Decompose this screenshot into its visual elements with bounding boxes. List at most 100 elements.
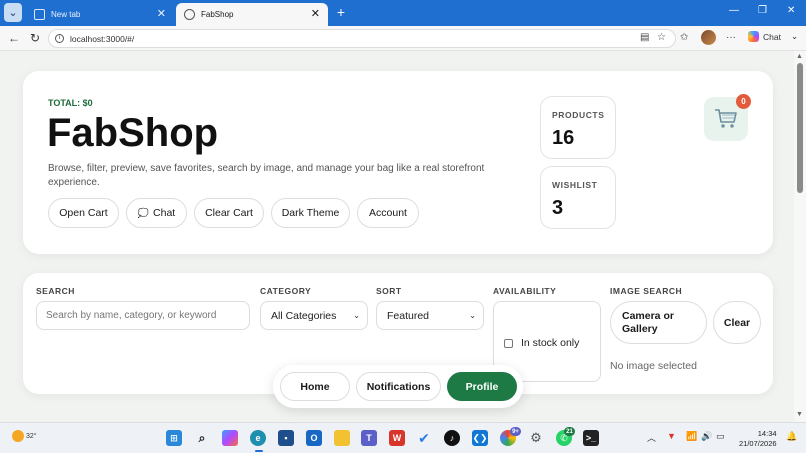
copilot-chat-button[interactable]: Chat ⌄ [748, 31, 798, 42]
address-bar: ← ↻ i localhost:3000/#/ ▤ ☆ ✩ ··· Chat ⌄ [0, 26, 806, 51]
favorite-star-icon[interactable]: ☆ [657, 32, 666, 43]
vscode-icon[interactable]: ❮❯ [472, 430, 488, 446]
new-tab-plus-icon[interactable]: + [334, 4, 348, 20]
volume-icon[interactable]: 🔊 [701, 431, 712, 442]
battery-icon[interactable]: ▭ [716, 431, 725, 442]
category-label: CATEGORY [260, 286, 312, 296]
chat-button-label: Chat [153, 207, 176, 219]
wps-icon[interactable]: W [389, 430, 405, 446]
account-button[interactable]: Account [357, 198, 419, 228]
search-input[interactable]: Search by name, category, or keyword [36, 301, 250, 330]
terminal-icon[interactable]: >_ [583, 430, 599, 446]
chevron-down-icon: ⌄ [469, 311, 476, 320]
chat-bubble-icon: 💭 [137, 207, 150, 218]
clock[interactable]: 14:34 21/07/2026 [739, 429, 777, 449]
teams-badge: 9+ [510, 427, 521, 436]
scroll-up-icon[interactable]: ▲ [796, 53, 803, 60]
cart-count-badge: 0 [736, 94, 751, 109]
chevron-down-icon[interactable]: ⌄ [791, 31, 798, 42]
tab-title: FabShop [201, 10, 234, 19]
sort-value: Featured [387, 309, 430, 322]
category-select[interactable]: All Categories ⌄ [260, 301, 368, 330]
date: 21/07/2026 [739, 439, 777, 448]
page-viewport: TOTAL: $0 FabShop Browse, filter, previe… [0, 51, 794, 422]
sort-select[interactable]: Featured ⌄ [376, 301, 484, 330]
cart-total: TOTAL: $0 [48, 98, 93, 108]
availability-label: AVAILABILITY [493, 286, 557, 296]
scroll-down-icon[interactable]: ▼ [796, 411, 803, 418]
dark-theme-button[interactable]: Dark Theme [271, 198, 350, 228]
wifi-icon[interactable]: 📶 [686, 431, 697, 442]
image-status: No image selected [610, 360, 697, 372]
open-cart-button[interactable]: Open Cart [48, 198, 119, 228]
wishlist-stat-card[interactable]: WISHLIST 3 [540, 166, 616, 229]
wishlist-label: WISHLIST [552, 180, 598, 190]
window-close-icon[interactable]: ✕ [787, 5, 795, 16]
globe-icon [184, 9, 195, 20]
tiktok-icon[interactable]: ♪ [444, 430, 460, 446]
close-icon[interactable]: ✕ [311, 7, 320, 20]
tab-new-tab[interactable]: New tab ✕ [26, 3, 174, 26]
active-app-indicator [255, 450, 263, 452]
tray-app-icon[interactable]: ▼ [667, 431, 676, 441]
hero-description: Browse, filter, preview, save favorites,… [48, 163, 485, 188]
os-taskbar: 32° ⊞ ⌕ e ▪ O T W ✔ ♪ ❮❯ 9+ ⚙ ✆ 21 >_ ︿ … [0, 422, 806, 453]
favorites-icon[interactable]: ✩ [680, 32, 688, 43]
nav-notifications[interactable]: Notifications [356, 372, 441, 401]
reader-view-icon[interactable]: ▤ [640, 32, 649, 43]
notification-bell-icon[interactable]: 🔔 [786, 431, 797, 442]
temperature: 32° [25, 432, 37, 440]
restore-icon[interactable]: ❐ [758, 5, 767, 16]
scroll-thumb[interactable] [797, 63, 803, 193]
search-icon[interactable]: ⌕ [194, 430, 210, 446]
chat-button[interactable]: 💭 Chat [126, 198, 187, 228]
bottom-nav: Home Notifications Profile [273, 365, 523, 408]
refresh-icon[interactable]: ↻ [30, 31, 40, 45]
close-icon[interactable]: ✕ [157, 7, 166, 20]
clear-image-button[interactable]: Clear [713, 301, 761, 344]
copilot-icon[interactable] [222, 430, 238, 446]
tab-list-chevron-icon[interactable]: ⌄ [4, 3, 22, 22]
in-stock-label[interactable]: In stock only [521, 337, 579, 349]
chevron-down-icon: ⌄ [353, 311, 360, 320]
sun-icon [12, 430, 24, 442]
todo-check-icon[interactable]: ✔ [416, 430, 432, 446]
in-stock-checkbox[interactable] [504, 339, 513, 348]
teams-icon[interactable]: T [361, 430, 377, 446]
copilot-icon [748, 31, 759, 42]
wishlist-count: 3 [552, 197, 564, 219]
category-value: All Categories [271, 309, 337, 322]
chat-label: Chat [763, 31, 781, 42]
page-icon [34, 9, 45, 20]
clear-cart-button[interactable]: Clear Cart [194, 198, 264, 228]
weather-widget[interactable]: 32° [12, 430, 37, 442]
nav-home[interactable]: Home [280, 372, 350, 401]
file-explorer-icon[interactable] [334, 430, 350, 446]
outlook-icon[interactable]: O [306, 430, 322, 446]
products-stat-card: PRODUCTS 16 [540, 96, 616, 159]
start-windows-icon[interactable]: ⊞ [166, 430, 182, 446]
browser-tab-bar: ⌄ New tab ✕ FabShop ✕ + — ❐ ✕ [0, 0, 806, 26]
tab-fabshop[interactable]: FabShop ✕ [176, 3, 328, 26]
products-count: 16 [552, 127, 575, 149]
sort-label: SORT [376, 286, 402, 296]
minimize-icon[interactable]: — [729, 5, 739, 16]
edge-icon[interactable]: e [250, 430, 266, 446]
products-label: PRODUCTS [552, 110, 605, 120]
whatsapp-badge: 21 [564, 427, 575, 436]
tray-chevron-up-icon[interactable]: ︿ [647, 431, 656, 444]
url-field[interactable]: i localhost:3000/#/ [48, 29, 676, 48]
tab-title: New tab [51, 10, 81, 19]
info-icon[interactable]: i [55, 34, 64, 43]
camera-gallery-button[interactable]: Camera or Gallery [610, 301, 707, 344]
store-icon[interactable]: ▪ [278, 430, 294, 446]
more-menu-icon[interactable]: ··· [726, 32, 736, 43]
image-search-label: IMAGE SEARCH [610, 286, 683, 296]
page-scrollbar[interactable]: ▲ ▼ [794, 51, 806, 422]
settings-gear-icon[interactable]: ⚙ [528, 430, 544, 446]
profile-avatar[interactable] [701, 30, 716, 45]
nav-profile[interactable]: Profile [447, 372, 517, 401]
time: 14:34 [757, 429, 777, 438]
back-arrow-icon[interactable]: ← [8, 31, 20, 45]
page-title: FabShop [47, 111, 219, 155]
